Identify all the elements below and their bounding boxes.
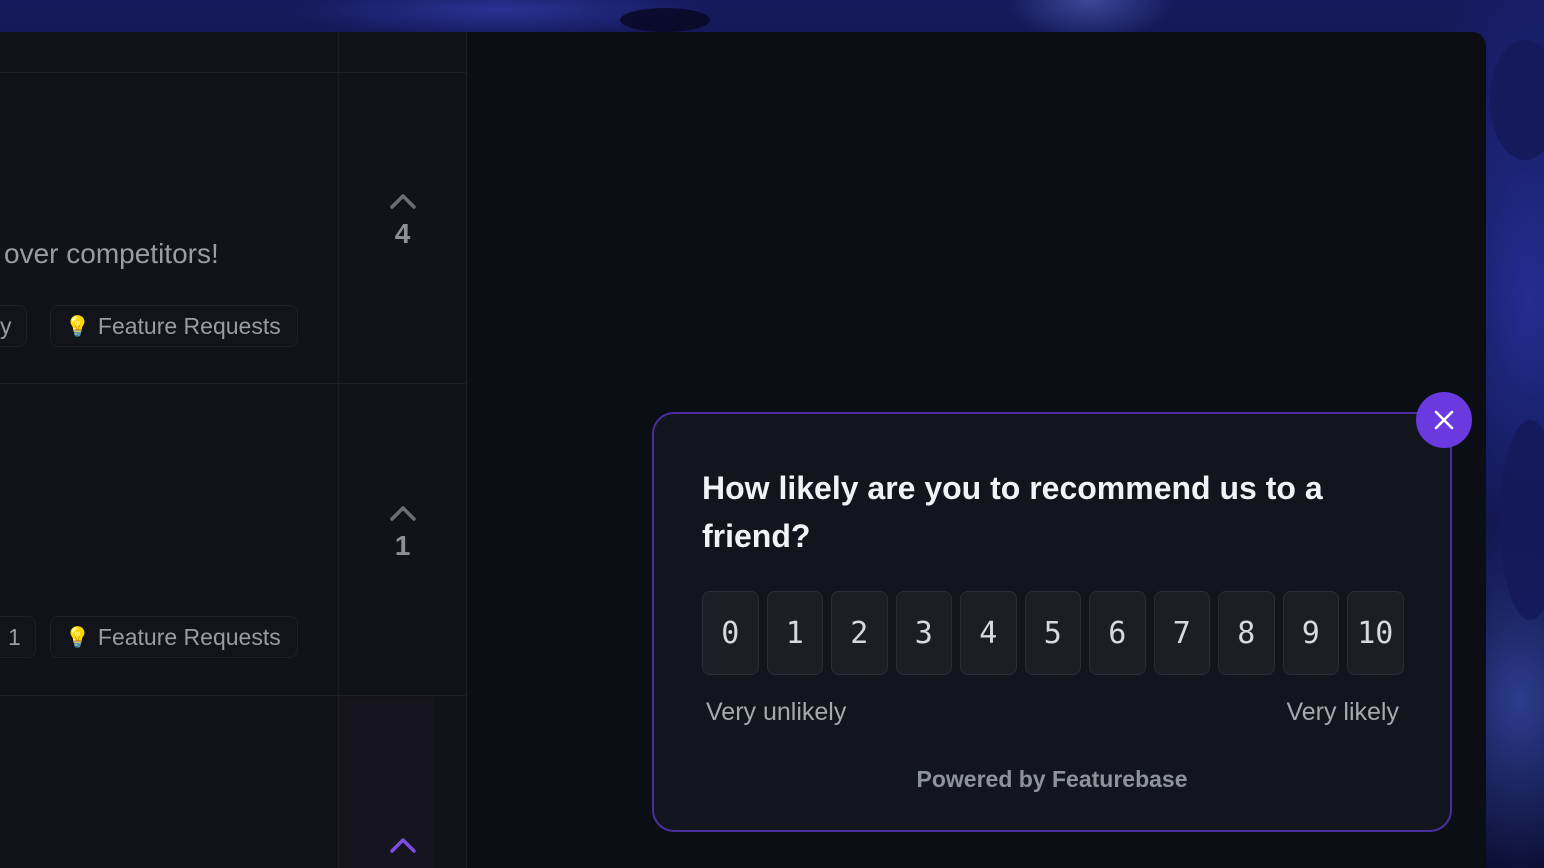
feature-requests-tag[interactable]: 💡 Feature Requests (50, 616, 298, 658)
feed-divider (0, 695, 467, 696)
score-button-2[interactable]: 2 (831, 591, 888, 675)
upvote-button[interactable] (338, 836, 467, 854)
lightbulb-icon: 💡 (65, 626, 90, 649)
scale-max-label: Very likely (1286, 698, 1399, 726)
tag-label: 1 (8, 623, 21, 650)
score-button-3[interactable]: 3 (895, 591, 952, 675)
feature-requests-tag[interactable]: 💡 Feature Requests (50, 305, 298, 347)
post-title[interactable]: over competitors! (4, 238, 219, 270)
upvote-button[interactable]: 4 (338, 192, 467, 250)
feedback-feed: over competitors! y 💡 Feature Requests 4… (0, 32, 467, 868)
feed-divider (0, 383, 467, 384)
score-button-9[interactable]: 9 (1282, 591, 1339, 675)
tag-label: y (0, 312, 12, 339)
score-button-4[interactable]: 4 (960, 591, 1017, 675)
chevron-up-icon (389, 506, 416, 521)
score-button-8[interactable]: 8 (1218, 591, 1275, 675)
score-button-10[interactable]: 10 (1347, 591, 1404, 675)
vote-count: 1 (394, 530, 411, 561)
feed-divider (0, 72, 467, 73)
score-button-5[interactable]: 5 (1024, 591, 1081, 675)
upvote-button[interactable]: 1 (338, 504, 467, 562)
score-button-0[interactable]: 0 (702, 591, 759, 675)
close-survey-button[interactable] (1416, 392, 1472, 448)
nps-score-scale: 0 1 2 3 4 5 6 7 8 9 10 (702, 591, 1404, 675)
tag-label: Feature Requests (97, 623, 281, 650)
score-button-1[interactable]: 1 (766, 591, 823, 675)
lightbulb-icon: 💡 (65, 315, 90, 338)
powered-by-link[interactable]: Powered by Featurebase (654, 766, 1450, 793)
post-tag[interactable]: y (0, 305, 27, 347)
scale-min-label: Very unlikely (706, 698, 847, 726)
score-button-7[interactable]: 7 (1153, 591, 1210, 675)
score-button-6[interactable]: 6 (1089, 591, 1146, 675)
nps-survey-popup: How likely are you to recommend us to a … (652, 412, 1452, 832)
chevron-up-icon (389, 194, 416, 209)
post-tag[interactable]: 1 (0, 616, 36, 658)
survey-question: How likely are you to recommend us to a … (702, 470, 1323, 554)
tag-label: Feature Requests (97, 312, 281, 339)
vote-count: 4 (394, 218, 411, 249)
chevron-up-icon (389, 838, 416, 853)
close-icon (1434, 410, 1454, 430)
